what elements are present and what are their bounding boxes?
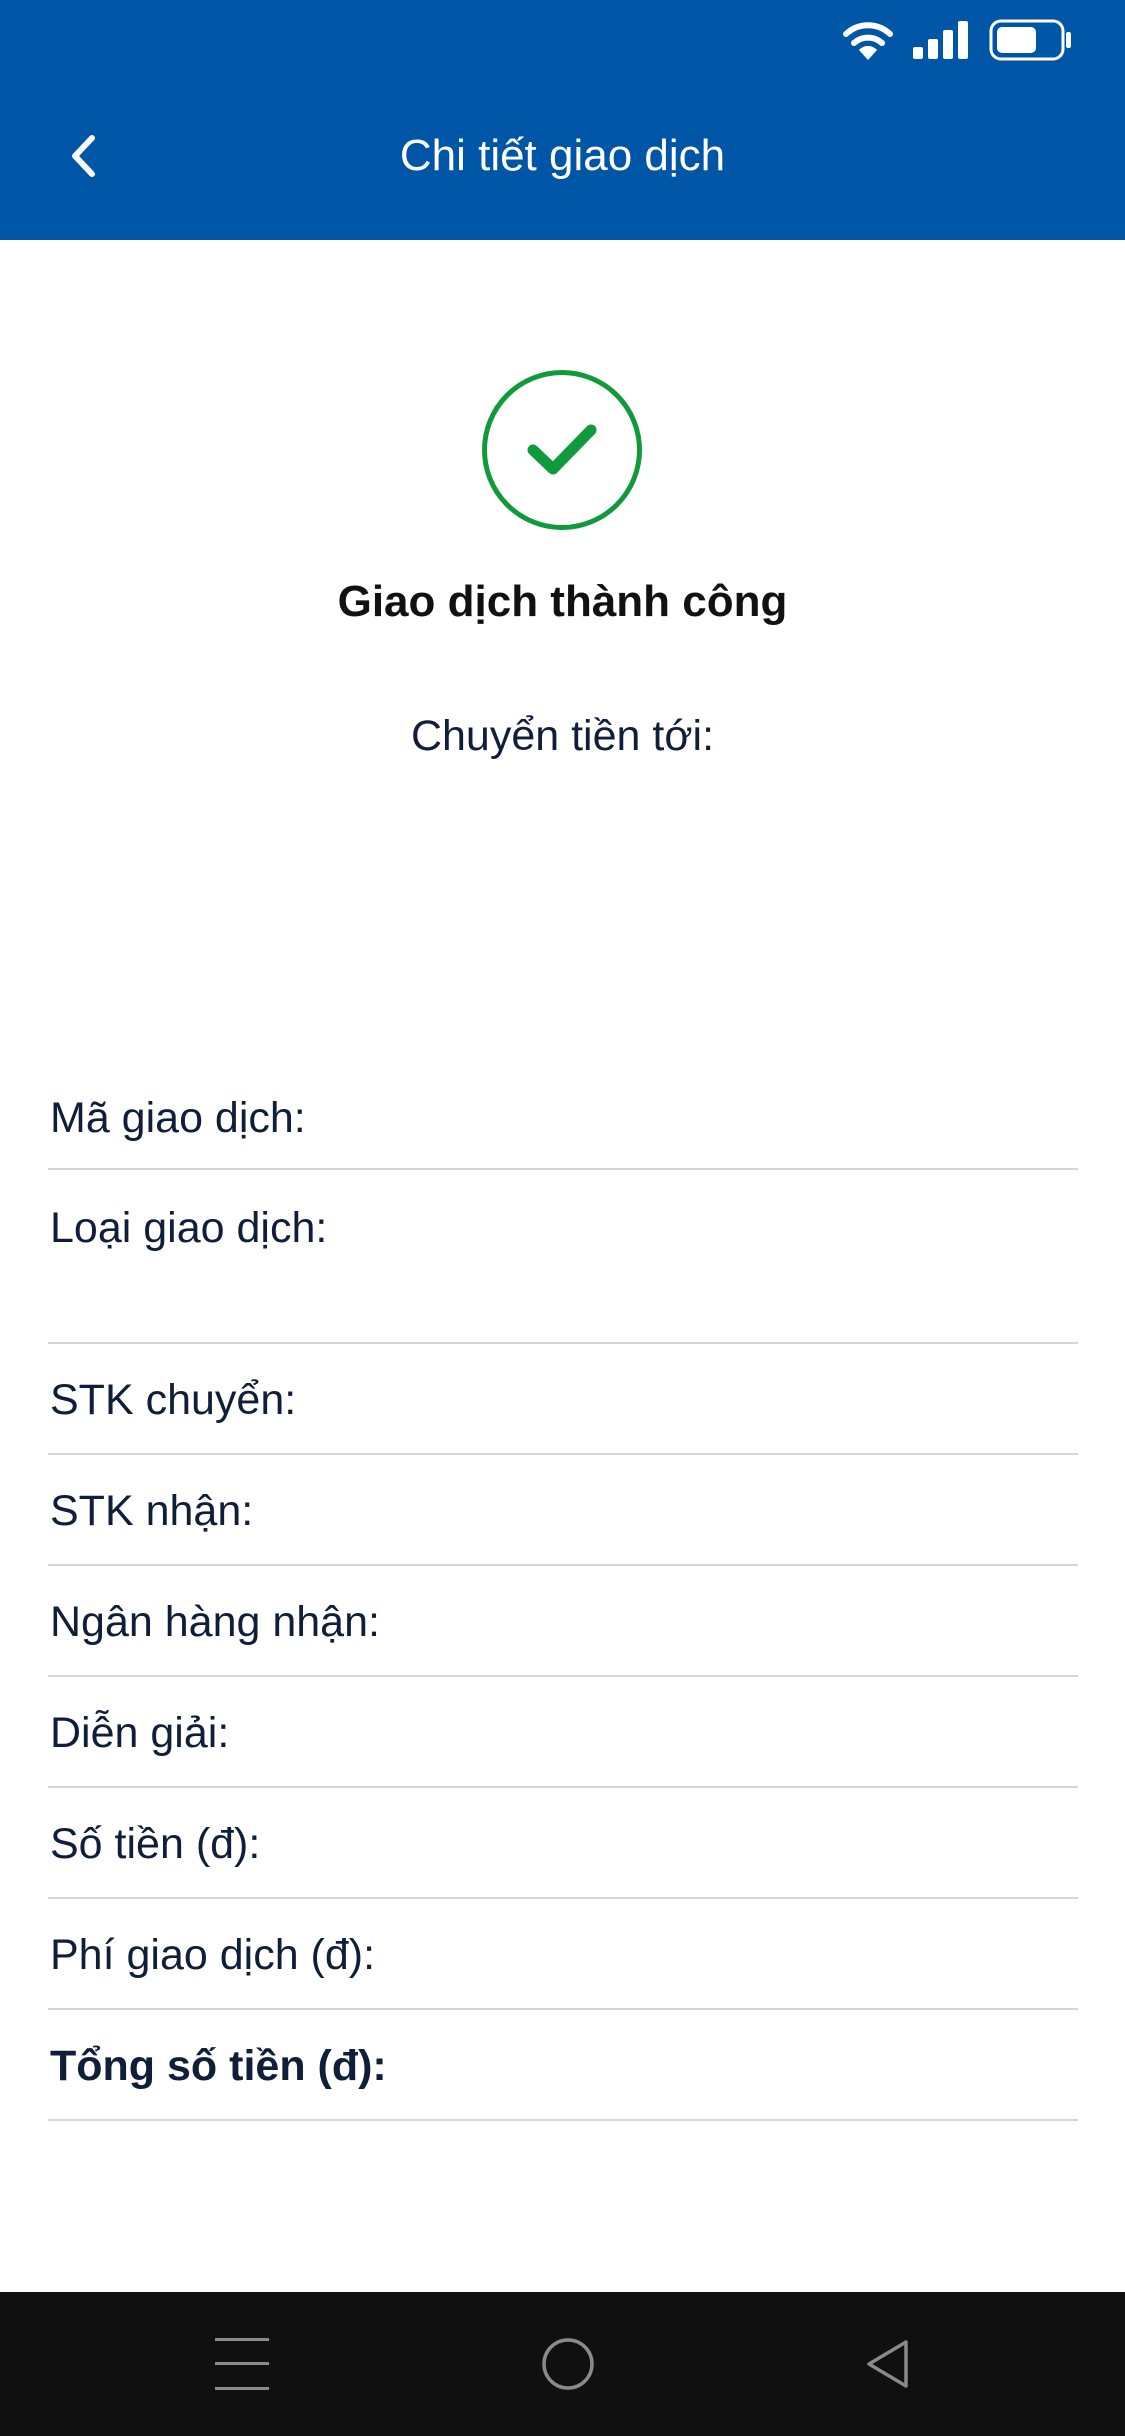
detail-label: Mã giao dịch: <box>50 1094 306 1142</box>
nav-back-button[interactable] <box>840 2316 936 2412</box>
detail-label: Phí giao dịch (đ): <box>50 1931 376 1979</box>
detail-row-transaction-id: Mã giao dịch: <box>48 1060 1078 1170</box>
detail-label: Số tiền (đ): <box>50 1820 261 1868</box>
detail-row-receiver-bank: Ngân hàng nhận: <box>48 1566 1078 1677</box>
detail-label: Ngân hàng nhận: <box>50 1598 380 1646</box>
success-badge <box>482 370 642 530</box>
detail-row-receiver-account: STK nhận: <box>48 1455 1078 1566</box>
status-bar-icons <box>843 14 1073 66</box>
detail-label: STK chuyển: <box>50 1376 297 1424</box>
nav-home-button[interactable] <box>520 2316 616 2412</box>
battery-fill <box>997 27 1036 53</box>
battery-icon <box>989 19 1071 61</box>
detail-label: Diễn giải: <box>50 1709 230 1757</box>
detail-label: Loại giao dịch: <box>50 1204 328 1252</box>
signal-icon <box>913 21 968 59</box>
transaction-detail-list: Mã giao dịch: Loại giao dịch: STK chuyển… <box>48 1060 1078 2121</box>
home-icon <box>542 2338 594 2390</box>
detail-row-description: Diễn giải: <box>48 1677 1078 1788</box>
menu-icon <box>215 2338 269 2390</box>
check-icon <box>527 424 597 475</box>
transaction-status-title: Giao dịch thành công <box>337 577 788 626</box>
system-navigation-bar <box>0 2292 1125 2436</box>
back-triangle-icon <box>867 2340 908 2388</box>
transfer-to-label: Chuyển tiền tới: <box>410 712 715 760</box>
app-header: Chi tiết giao dịch <box>0 0 1125 240</box>
detail-label: STK nhận: <box>50 1487 254 1535</box>
wifi-icon <box>843 22 893 60</box>
detail-row-source-account: STK chuyển: <box>48 1344 1078 1455</box>
detail-row-transaction-type: Loại giao dịch: <box>48 1170 1078 1344</box>
nav-menu-button[interactable] <box>194 2316 290 2412</box>
detail-row-amount: Số tiền (đ): <box>48 1788 1078 1899</box>
detail-row-total-amount: Tổng số tiền (đ): <box>48 2010 1078 2121</box>
page-title: Chi tiết giao dịch <box>399 131 726 180</box>
detail-row-fee: Phí giao dịch (đ): <box>48 1899 1078 2010</box>
detail-label-total: Tổng số tiền (đ): <box>50 2042 387 2090</box>
